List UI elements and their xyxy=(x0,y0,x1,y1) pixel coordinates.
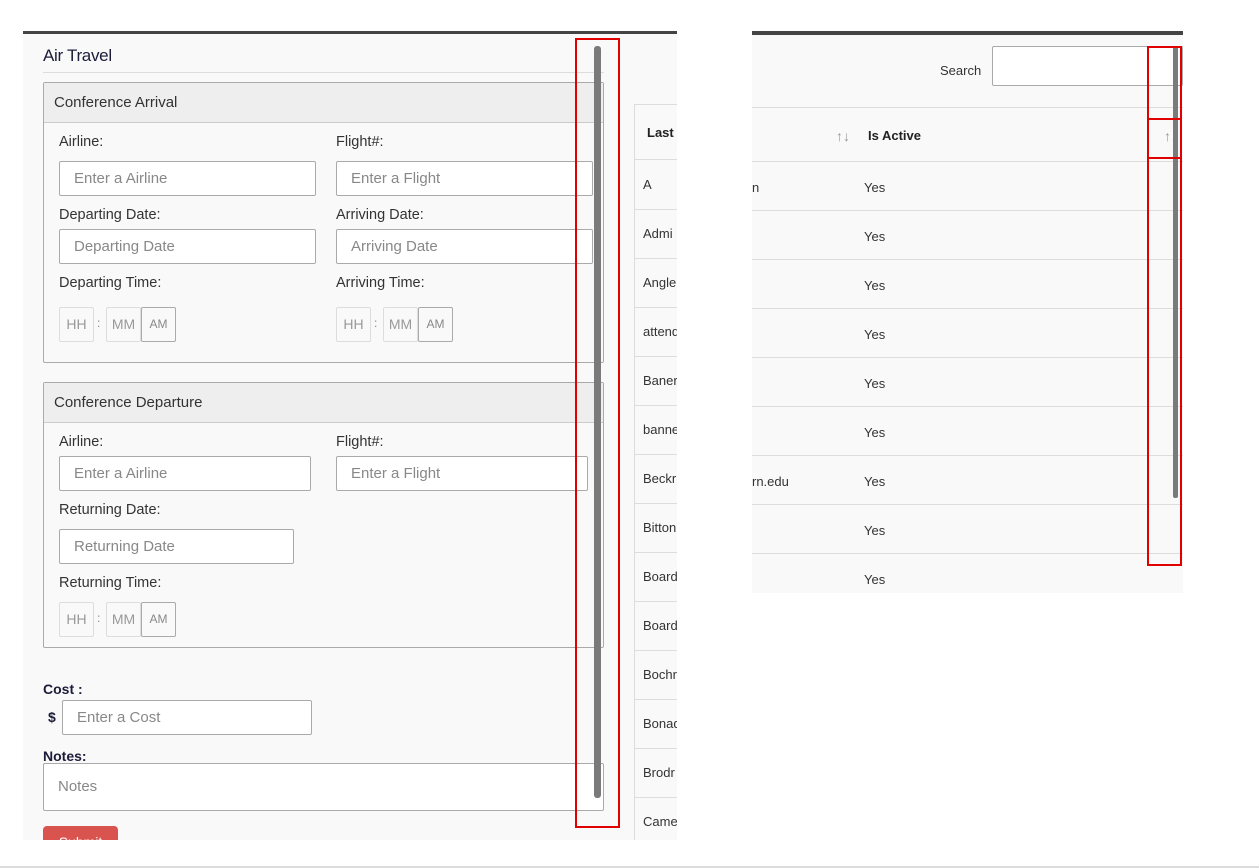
scrollbar-highlight-box xyxy=(575,38,620,828)
minute-input[interactable]: MM xyxy=(106,602,141,637)
table-cell: Brodr xyxy=(635,749,677,798)
table-row[interactable]: Yes xyxy=(752,358,1183,407)
arriving-time-picker: HH : MM AM xyxy=(336,307,454,342)
table-row[interactable]: Yes xyxy=(752,211,1183,260)
departure-airline-label: Airline: xyxy=(59,434,104,450)
table-cell: Bochr xyxy=(635,651,677,700)
returning-date-label: Returning Date: xyxy=(59,502,161,518)
notes-label: Notes: xyxy=(43,748,87,764)
users-table-panel: Search ↑↓ Is Active ↑↓ n Yes Yes Yes Yes… xyxy=(752,31,1183,593)
is-active-cell: Yes xyxy=(864,278,886,293)
is-active-column-header[interactable]: Is Active xyxy=(868,128,921,143)
table-row[interactable]: Yes xyxy=(752,260,1183,309)
departing-date-input[interactable]: Departing Date xyxy=(59,229,316,264)
table-cell: Baner xyxy=(635,357,677,406)
conference-arrival-legend: Conference Arrival xyxy=(44,83,603,123)
ampm-toggle[interactable]: AM xyxy=(141,602,176,637)
arriving-date-input[interactable]: Arriving Date xyxy=(336,229,593,264)
arriving-time-label: Arriving Time: xyxy=(336,275,425,291)
hour-input[interactable]: HH xyxy=(59,602,94,637)
is-active-cell: Yes xyxy=(864,572,886,587)
email-cell: rn.edu xyxy=(752,474,789,489)
is-active-cell: Yes xyxy=(864,229,886,244)
departing-time-label: Departing Time: xyxy=(59,275,162,291)
form-title: Air Travel xyxy=(43,46,112,65)
returning-time-label: Returning Time: xyxy=(59,575,162,591)
table-row[interactable]: Yes xyxy=(752,554,1183,593)
departing-date-label: Departing Date: xyxy=(59,207,161,223)
minute-input[interactable]: MM xyxy=(383,307,418,342)
sort-icon-highlight-box xyxy=(1147,118,1182,159)
time-colon: : xyxy=(97,611,101,625)
title-divider xyxy=(43,72,604,73)
arriving-date-label: Arriving Date: xyxy=(336,207,424,223)
returning-date-input[interactable]: Returning Date xyxy=(59,529,294,564)
email-cell: n xyxy=(752,180,760,195)
table-cell: Bitton xyxy=(635,504,677,553)
is-active-cell: Yes xyxy=(864,523,886,538)
conference-departure-legend: Conference Departure xyxy=(44,383,603,423)
last-name-column-header[interactable]: Last xyxy=(635,104,677,160)
table-cell: Board xyxy=(635,602,677,651)
departing-time-picker: HH : MM AM xyxy=(59,307,177,342)
table-cell: Board xyxy=(635,553,677,602)
table-cell: Angle xyxy=(635,259,677,308)
arrival-airline-label: Airline: xyxy=(59,134,104,150)
is-active-cell: Yes xyxy=(864,425,886,440)
notes-textarea[interactable]: Notes xyxy=(43,763,604,811)
hour-input[interactable]: HH xyxy=(59,307,94,342)
arrival-flight-label: Flight#: xyxy=(336,134,384,150)
cost-label: Cost : xyxy=(43,681,83,697)
departure-flight-label: Flight#: xyxy=(336,434,384,450)
table-cell: attend xyxy=(635,308,677,357)
is-active-cell: Yes xyxy=(864,180,886,195)
ampm-toggle[interactable]: AM xyxy=(418,307,453,342)
conference-arrival-fieldset: Conference Arrival Airline: Flight#: Ent… xyxy=(43,82,604,363)
table-row[interactable]: Yes xyxy=(752,407,1183,456)
table-cell: banne xyxy=(635,406,677,455)
departure-airline-input[interactable]: Enter a Airline xyxy=(59,456,311,491)
table-header-row: ↑↓ Is Active ↑↓ xyxy=(752,107,1183,162)
table-cell: Bonad xyxy=(635,700,677,749)
table-row[interactable]: rn.edu Yes xyxy=(752,456,1183,505)
is-active-cell: Yes xyxy=(864,327,886,342)
table-row[interactable]: Yes xyxy=(752,505,1183,554)
cost-input[interactable]: Enter a Cost xyxy=(62,700,312,735)
time-colon: : xyxy=(97,316,101,330)
submit-button[interactable]: Submit xyxy=(43,826,118,840)
arrival-flight-input[interactable]: Enter a Flight xyxy=(336,161,593,196)
table-row[interactable]: n Yes xyxy=(752,162,1183,211)
sort-icon[interactable]: ↑↓ xyxy=(836,128,850,144)
table-cell: Beckr xyxy=(635,455,677,504)
ampm-toggle[interactable]: AM xyxy=(141,307,176,342)
minute-input[interactable]: MM xyxy=(106,307,141,342)
table-cell: A xyxy=(635,161,677,210)
is-active-cell: Yes xyxy=(864,376,886,391)
table-row[interactable]: Yes xyxy=(752,309,1183,358)
departure-flight-input[interactable]: Enter a Flight xyxy=(336,456,588,491)
is-active-cell: Yes xyxy=(864,474,886,489)
search-label: Search xyxy=(940,63,982,78)
currency-symbol: $ xyxy=(48,709,56,725)
users-table-partial: Last A Admi Angle attend Baner banne Bec… xyxy=(634,104,677,840)
table-cell: Came xyxy=(635,798,677,840)
time-colon: : xyxy=(374,316,378,330)
conference-departure-fieldset: Conference Departure Airline: Flight#: E… xyxy=(43,382,604,648)
returning-time-picker: HH : MM AM xyxy=(59,602,177,637)
table-cell: Admi xyxy=(635,210,677,259)
arrival-airline-input[interactable]: Enter a Airline xyxy=(59,161,316,196)
hour-input[interactable]: HH xyxy=(336,307,371,342)
